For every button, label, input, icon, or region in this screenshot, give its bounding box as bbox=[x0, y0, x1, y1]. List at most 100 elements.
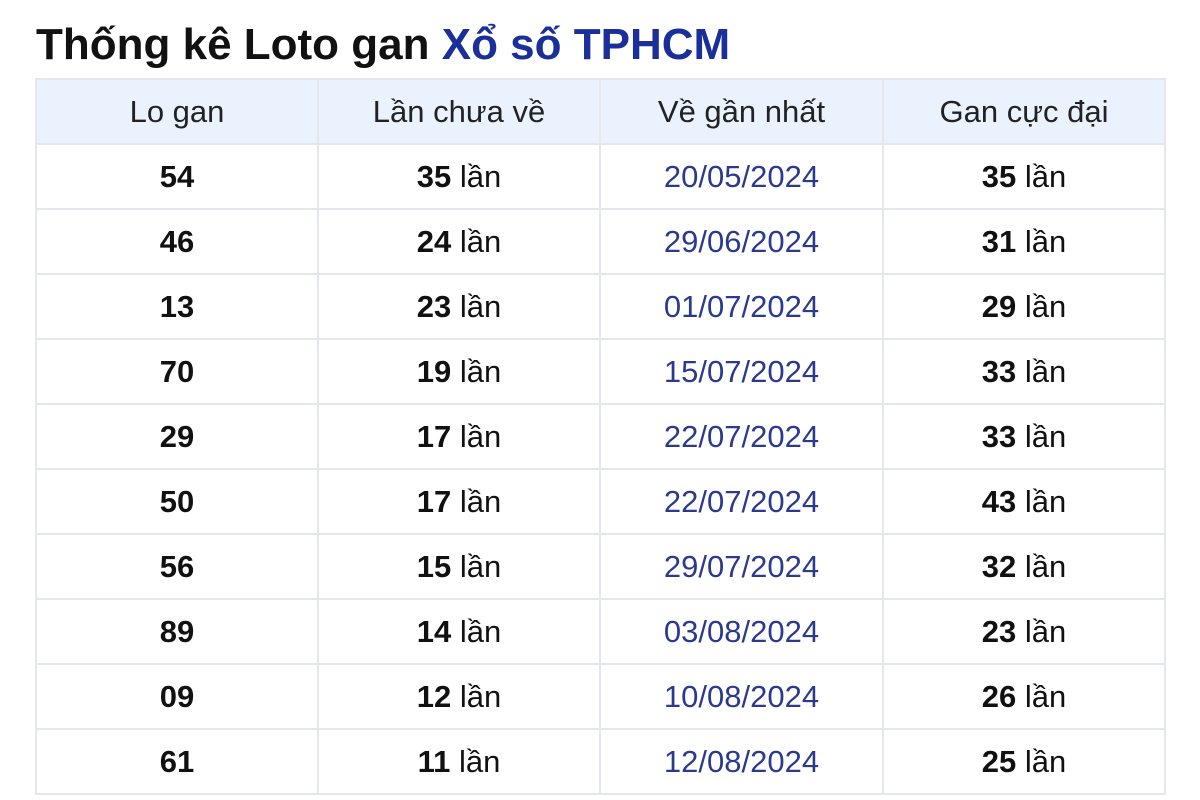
cell-gan-cuc-dai: 33 lần bbox=[882, 403, 1166, 470]
table-body: 54 35 lần 20/05/2024 35 lần 46 24 lần 29/06/20… bbox=[35, 143, 1166, 795]
cell-lo-gan: 50 bbox=[35, 468, 319, 535]
page: Thống kê Loto gan Xổ số TPHCM Lo gan Lần… bbox=[0, 0, 1200, 800]
cell-lan-chua-ve: 17 lần bbox=[317, 403, 601, 470]
unit-label: lần bbox=[1024, 483, 1067, 519]
cell-gan-cuc-dai: 32 lần bbox=[882, 533, 1166, 600]
gan-cuc-dai-count: 33 bbox=[981, 353, 1017, 389]
cell-lo-gan: 56 bbox=[35, 533, 319, 600]
gan-cuc-dai-count: 35 bbox=[981, 158, 1017, 194]
gan-cuc-dai-count: 31 bbox=[981, 223, 1017, 259]
cell-ve-gan-nhat: 03/08/2024 bbox=[599, 598, 884, 665]
cell-gan-cuc-dai: 25 lần bbox=[882, 728, 1166, 795]
unit-label: lần bbox=[1024, 548, 1067, 584]
lo-gan-number: 61 bbox=[159, 743, 195, 779]
page-title-prefix: Thống kê Loto gan bbox=[36, 20, 442, 69]
cell-gan-cuc-dai: 33 lần bbox=[882, 338, 1166, 405]
page-title-accent: Xổ số TPHCM bbox=[441, 20, 731, 69]
cell-lo-gan: 09 bbox=[35, 663, 319, 730]
table-row: 54 35 lần 20/05/2024 35 lần bbox=[35, 143, 1166, 210]
lan-chua-ve-count: 24 bbox=[416, 223, 452, 259]
gan-cuc-dai-count: 33 bbox=[981, 418, 1017, 454]
cell-lan-chua-ve: 11 lần bbox=[317, 728, 601, 795]
unit-label: lần bbox=[459, 483, 502, 519]
cell-ve-gan-nhat: 12/08/2024 bbox=[599, 728, 884, 795]
cell-lo-gan: 29 bbox=[35, 403, 319, 470]
table-row: 13 23 lần 01/07/2024 29 lần bbox=[35, 273, 1166, 340]
unit-label: lần bbox=[459, 743, 501, 779]
unit-label: lần bbox=[459, 613, 502, 649]
cell-ve-gan-nhat: 22/07/2024 bbox=[599, 468, 884, 535]
lan-chua-ve-count: 23 bbox=[416, 288, 452, 324]
cell-gan-cuc-dai: 23 lần bbox=[882, 598, 1166, 665]
unit-label: lần bbox=[1024, 223, 1067, 259]
cell-lo-gan: 13 bbox=[35, 273, 319, 340]
lo-gan-number: 56 bbox=[159, 548, 195, 584]
lan-chua-ve-count: 35 bbox=[416, 158, 452, 194]
gan-cuc-dai-count: 32 bbox=[981, 548, 1017, 584]
lo-gan-number: 46 bbox=[159, 223, 195, 259]
cell-lan-chua-ve: 15 lần bbox=[317, 533, 601, 600]
table-row: 50 17 lần 22/07/2024 43 lần bbox=[35, 468, 1166, 535]
cell-gan-cuc-dai: 29 lần bbox=[882, 273, 1166, 340]
lo-gan-number: 29 bbox=[159, 418, 195, 454]
table-row: 56 15 lần 29/07/2024 32 lần bbox=[35, 533, 1166, 600]
cell-lan-chua-ve: 23 lần bbox=[317, 273, 601, 340]
cell-lan-chua-ve: 24 lần bbox=[317, 208, 601, 275]
unit-label: lần bbox=[1024, 678, 1067, 714]
column-header-lo-gan: Lo gan bbox=[35, 78, 319, 145]
cell-lo-gan: 46 bbox=[35, 208, 319, 275]
lan-chua-ve-count: 17 bbox=[416, 483, 452, 519]
lan-chua-ve-count: 12 bbox=[416, 678, 452, 714]
cell-ve-gan-nhat: 29/06/2024 bbox=[599, 208, 884, 275]
column-header-gan-cuc-dai: Gan cực đại bbox=[882, 78, 1166, 145]
unit-label: lần bbox=[459, 158, 502, 194]
cell-lo-gan: 89 bbox=[35, 598, 319, 665]
cell-lo-gan: 54 bbox=[35, 143, 319, 210]
lo-gan-number: 09 bbox=[159, 678, 195, 714]
lo-gan-number: 13 bbox=[159, 288, 195, 324]
lan-chua-ve-count: 17 bbox=[416, 418, 452, 454]
unit-label: lần bbox=[1024, 418, 1067, 454]
cell-lo-gan: 61 bbox=[35, 728, 319, 795]
lan-chua-ve-count: 19 bbox=[416, 353, 452, 389]
table-row: 09 12 lần 10/08/2024 26 lần bbox=[35, 663, 1166, 730]
lan-chua-ve-count: 15 bbox=[416, 548, 452, 584]
column-header-ve-gan-nhat: Về gần nhất bbox=[599, 78, 884, 145]
lan-chua-ve-count: 14 bbox=[416, 613, 452, 649]
gan-cuc-dai-count: 26 bbox=[981, 678, 1017, 714]
cell-ve-gan-nhat: 29/07/2024 bbox=[599, 533, 884, 600]
cell-gan-cuc-dai: 31 lần bbox=[882, 208, 1166, 275]
gan-cuc-dai-count: 23 bbox=[981, 613, 1017, 649]
loto-gan-table: Lo gan Lần chưa về Về gần nhất Gan cực đ… bbox=[35, 78, 1166, 795]
cell-ve-gan-nhat: 22/07/2024 bbox=[599, 403, 884, 470]
unit-label: lần bbox=[1024, 288, 1067, 324]
cell-ve-gan-nhat: 10/08/2024 bbox=[599, 663, 884, 730]
cell-ve-gan-nhat: 01/07/2024 bbox=[599, 273, 884, 340]
gan-cuc-dai-count: 29 bbox=[981, 288, 1017, 324]
gan-cuc-dai-count: 25 bbox=[981, 743, 1017, 779]
table-row: 61 11 lần 12/08/2024 25 lần bbox=[35, 728, 1166, 795]
unit-label: lần bbox=[459, 353, 502, 389]
cell-gan-cuc-dai: 43 lần bbox=[882, 468, 1166, 535]
unit-label: lần bbox=[459, 418, 502, 454]
cell-lan-chua-ve: 19 lần bbox=[317, 338, 601, 405]
page-title: Thống kê Loto gan Xổ số TPHCM bbox=[36, 18, 730, 72]
gan-cuc-dai-count: 43 bbox=[981, 483, 1017, 519]
unit-label: lần bbox=[459, 288, 502, 324]
lo-gan-number: 70 bbox=[159, 353, 195, 389]
lan-chua-ve-count: 11 bbox=[417, 743, 451, 779]
table-row: 89 14 lần 03/08/2024 23 lần bbox=[35, 598, 1166, 665]
lo-gan-number: 50 bbox=[159, 483, 195, 519]
unit-label: lần bbox=[459, 223, 502, 259]
table-row: 70 19 lần 15/07/2024 33 lần bbox=[35, 338, 1166, 405]
table-row: 29 17 lần 22/07/2024 33 lần bbox=[35, 403, 1166, 470]
table-row: 46 24 lần 29/06/2024 31 lần bbox=[35, 208, 1166, 275]
unit-label: lần bbox=[1024, 743, 1067, 779]
table-header-row: Lo gan Lần chưa về Về gần nhất Gan cực đ… bbox=[35, 78, 1166, 145]
cell-lan-chua-ve: 35 lần bbox=[317, 143, 601, 210]
unit-label: lần bbox=[1024, 353, 1067, 389]
unit-label: lần bbox=[1024, 158, 1067, 194]
unit-label: lần bbox=[459, 548, 502, 584]
unit-label: lần bbox=[459, 678, 502, 714]
lo-gan-number: 54 bbox=[159, 158, 195, 194]
